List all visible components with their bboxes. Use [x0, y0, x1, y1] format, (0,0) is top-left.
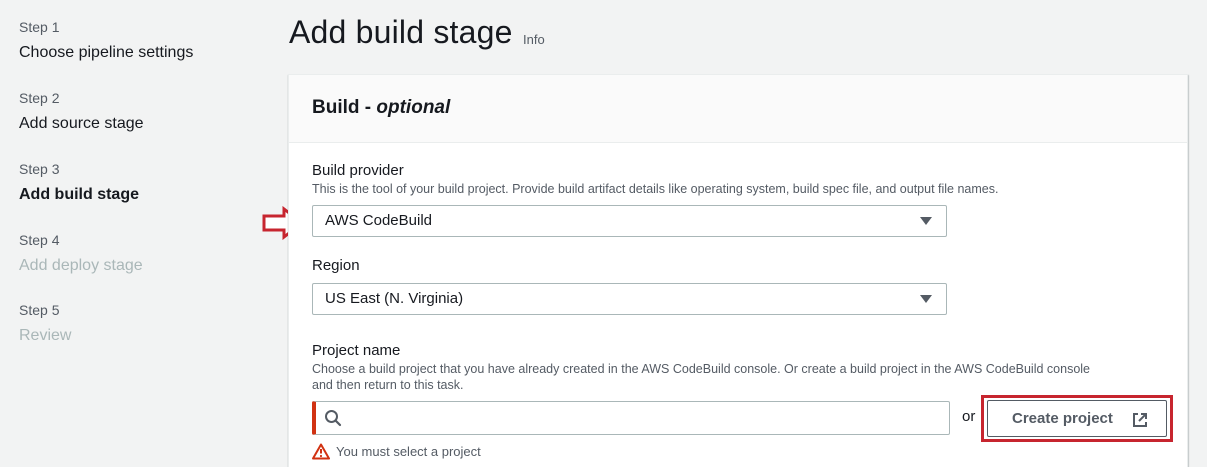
step-5: Step 5 Review [19, 302, 71, 345]
search-icon [325, 410, 342, 427]
step-number: Step 5 [19, 302, 60, 318]
step-label: Add deploy stage [19, 257, 143, 274]
step-number: Step 4 [19, 232, 60, 248]
step-1[interactable]: Step 1 Choose pipeline settings [19, 19, 193, 62]
step-3: Step 3 Add build stage [19, 161, 139, 204]
project-name-label: Project name [312, 342, 401, 359]
build-provider-description: This is the tool of your build project. … [312, 182, 999, 196]
info-link[interactable]: Info [523, 32, 545, 47]
panel-title: Build - optional [312, 97, 450, 119]
or-text: or [962, 408, 976, 425]
panel-header: Build - optional [289, 75, 1187, 143]
build-provider-select[interactable]: AWS CodeBuild [312, 205, 947, 237]
warning-icon [312, 443, 330, 460]
step-2[interactable]: Step 2 Add source stage [19, 90, 144, 133]
external-link-icon [1133, 413, 1147, 427]
create-project-label: Create project [1012, 410, 1113, 427]
panel-title-optional: optional [376, 97, 451, 118]
step-label: Review [19, 327, 72, 344]
error-text: You must select a project [336, 444, 481, 459]
page-title: Add build stage [289, 14, 513, 50]
step-number: Step 3 [19, 161, 60, 177]
panel-title-text: Build - [312, 97, 377, 118]
step-label[interactable]: Choose pipeline settings [19, 44, 193, 62]
step-number: Step 1 [19, 19, 60, 35]
caret-down-icon [920, 217, 932, 225]
build-panel: Build - optional Build provider This is … [288, 74, 1188, 467]
region-value: US East (N. Virginia) [325, 290, 464, 307]
caret-down-icon [920, 295, 932, 303]
project-name-description-1: Choose a build project that you have alr… [312, 362, 1090, 376]
step-label: Add build stage [19, 186, 139, 203]
step-number: Step 2 [19, 90, 60, 106]
create-project-button[interactable]: Create project [987, 400, 1167, 437]
project-name-description-2: and then return to this task. [312, 378, 464, 392]
step-label[interactable]: Add source stage [19, 115, 144, 133]
region-label: Region [312, 257, 360, 274]
project-search-input[interactable] [312, 401, 950, 435]
region-select[interactable]: US East (N. Virginia) [312, 283, 947, 315]
step-4: Step 4 Add deploy stage [19, 232, 143, 275]
build-provider-value: AWS CodeBuild [325, 212, 432, 229]
build-provider-label: Build provider [312, 162, 404, 179]
